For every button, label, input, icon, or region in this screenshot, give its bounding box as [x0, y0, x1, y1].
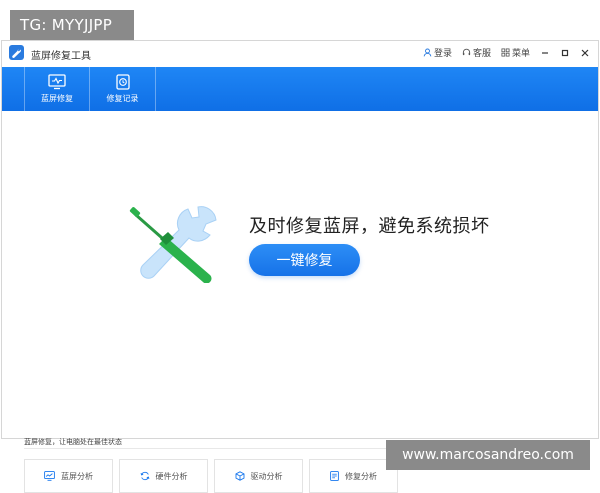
- close-button[interactable]: [580, 48, 590, 58]
- app-logo-icon: [9, 45, 24, 60]
- analysis-cards: 蓝屏分析 硬件分析 驱动分析 修复分析: [24, 459, 404, 493]
- hero-headline: 及时修复蓝屏，避免系统损坏: [249, 216, 490, 237]
- tab-repair-history-label: 修复记录: [106, 94, 139, 103]
- footer-caption: 蓝屏修复，让电脑处在最佳状态: [24, 438, 122, 446]
- history-icon: [115, 74, 130, 90]
- hero-section: 及时修复蓝屏，避免系统损坏 一键修复 蓝屏修复，让电脑处在最佳状态 蓝屏分析 硬…: [2, 111, 598, 493]
- login-button[interactable]: 登录: [423, 46, 452, 59]
- card-repair-analysis[interactable]: 修复分析: [309, 459, 398, 493]
- maximize-icon: [561, 49, 569, 56]
- nav-toolbar: 蓝屏修复 修复记录: [2, 67, 598, 111]
- menu-button[interactable]: 菜单: [501, 46, 530, 59]
- one-click-repair-button[interactable]: 一键修复: [249, 244, 360, 276]
- login-label: 登录: [433, 49, 452, 59]
- app-title: 蓝屏修复工具: [31, 51, 91, 62]
- app-window: 蓝屏修复工具 登录 客服 菜单 蓝屏修复 修复记录 及时修复蓝屏，避免系统损坏 …: [1, 40, 599, 493]
- minimize-icon: [542, 51, 548, 54]
- card-bluescreen-analysis[interactable]: 蓝屏分析: [24, 459, 113, 493]
- watermark-top: TG: MYYJJPP: [10, 10, 134, 40]
- repair-tools-icon: [129, 206, 217, 283]
- close-icon: [581, 49, 589, 56]
- tab-bluescreen-repair-label: 蓝屏修复: [41, 94, 73, 103]
- watermark-bottom: www.marcosandreo.com: [386, 440, 590, 470]
- headset-icon: [462, 48, 471, 56]
- monitor-icon: [48, 74, 66, 90]
- user-icon: [423, 48, 432, 57]
- support-label: 客服: [472, 49, 491, 59]
- tab-bluescreen-repair[interactable]: 蓝屏修复: [24, 67, 90, 111]
- grid-menu-icon: [501, 48, 510, 57]
- tab-repair-history[interactable]: 修复记录: [90, 67, 156, 111]
- card-driver-analysis[interactable]: 驱动分析: [214, 459, 303, 493]
- card-hardware-analysis[interactable]: 硬件分析: [119, 459, 208, 493]
- minimize-button[interactable]: [540, 48, 550, 58]
- menu-label: 菜单: [511, 49, 530, 59]
- maximize-button[interactable]: [560, 48, 570, 58]
- title-bar: 蓝屏修复工具 登录 客服 菜单: [2, 41, 598, 67]
- support-button[interactable]: 客服: [462, 46, 491, 59]
